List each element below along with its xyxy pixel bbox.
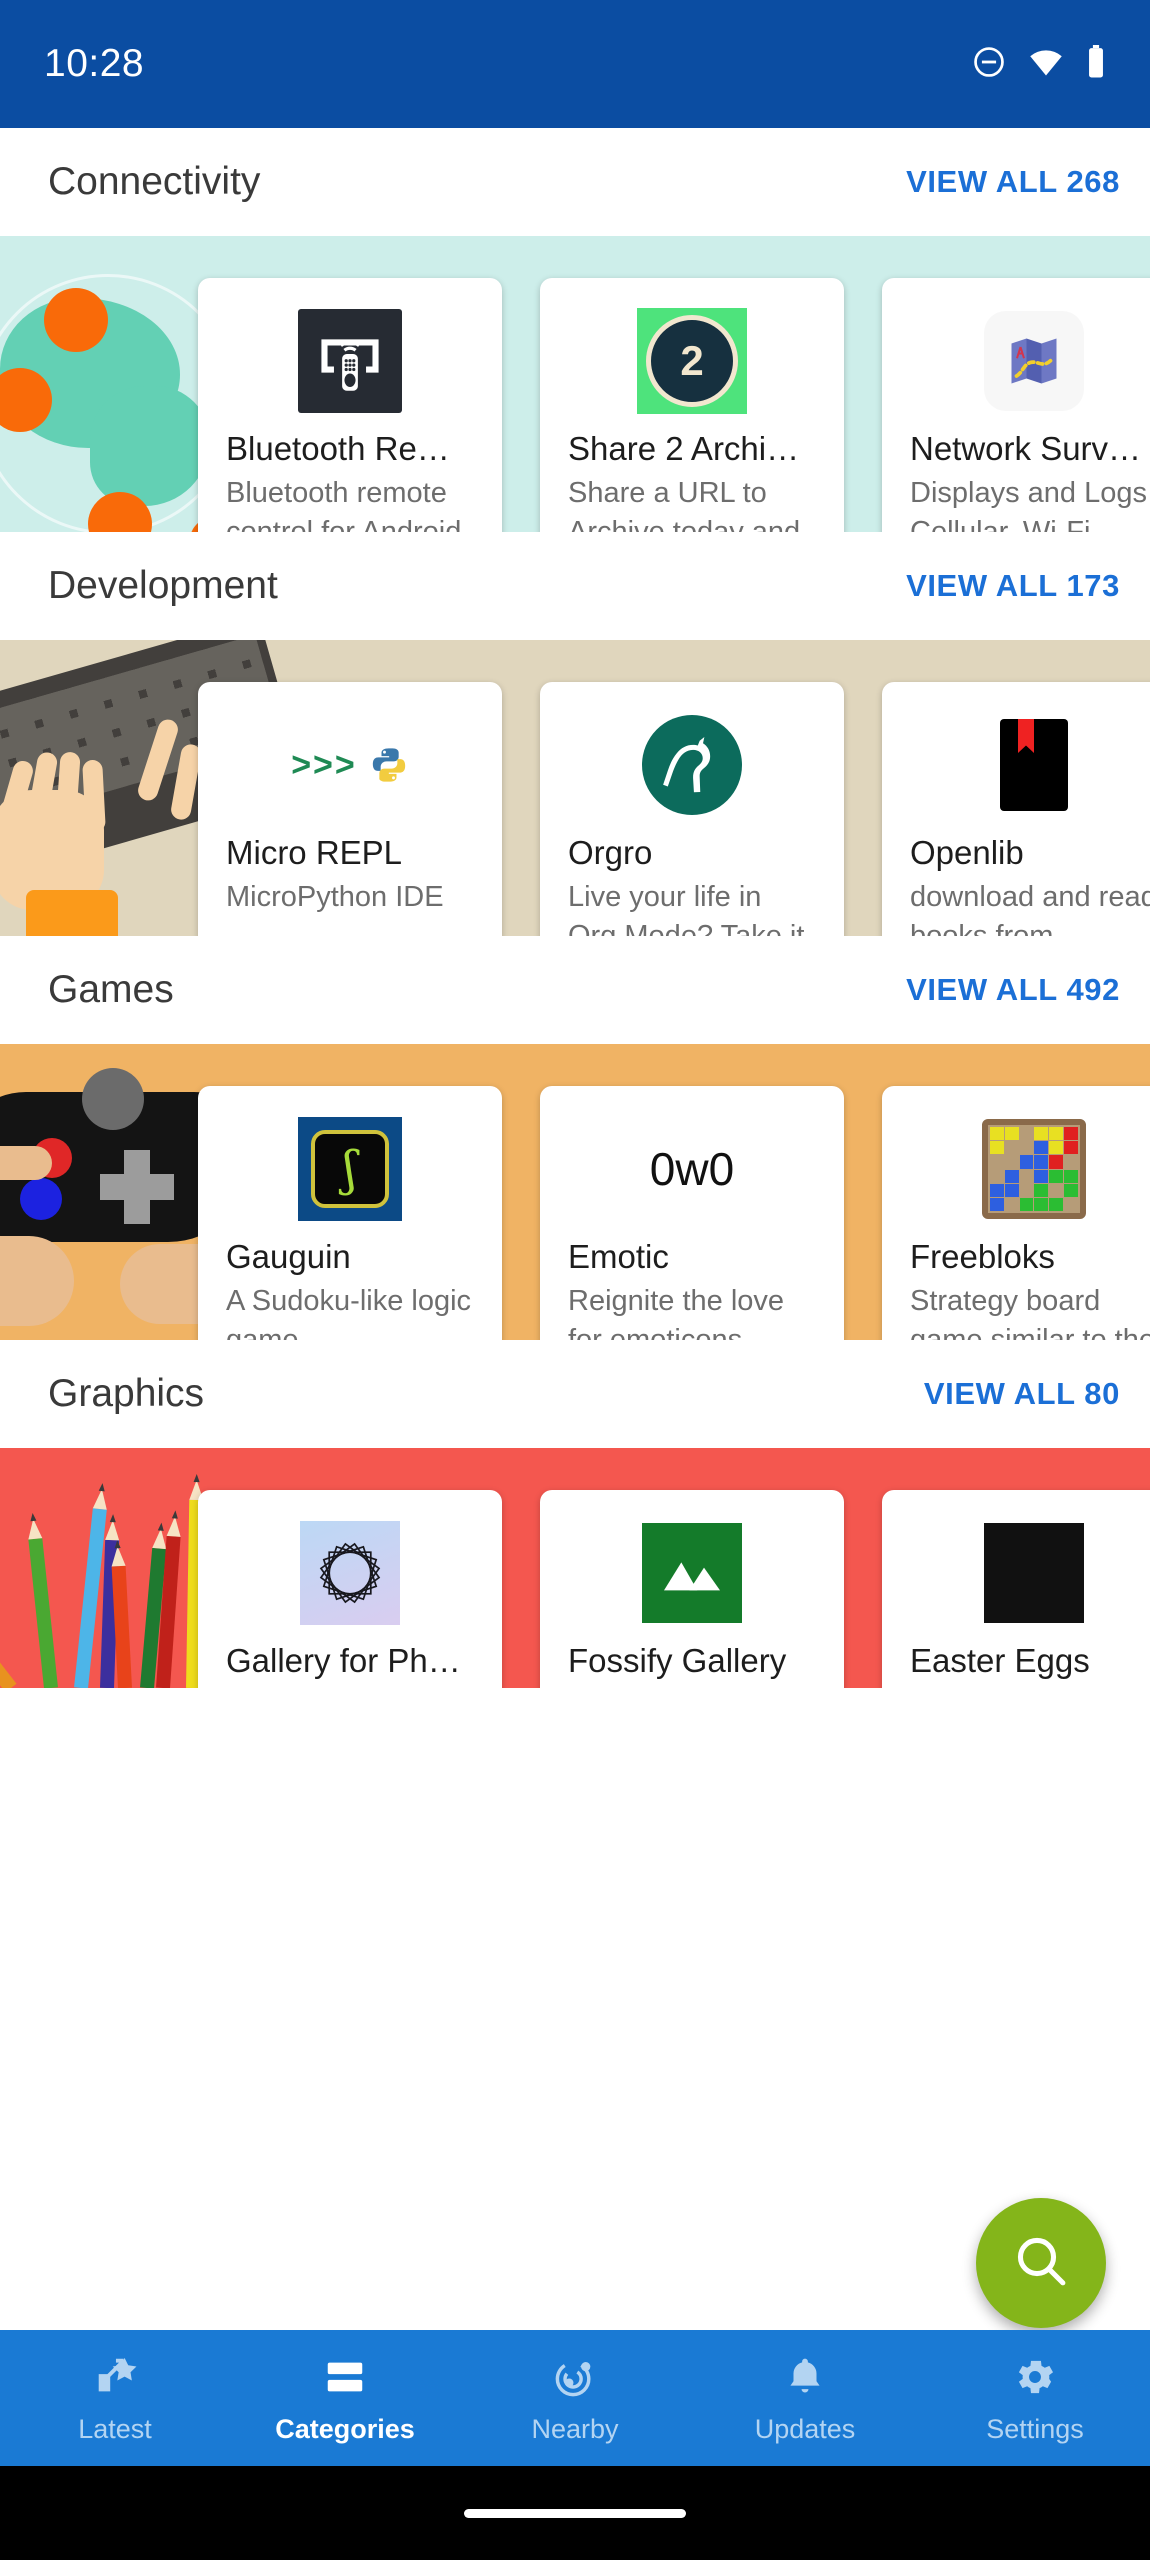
app-name: Emotic [568, 1238, 669, 1275]
section-title: Graphics [48, 1372, 205, 1415]
micropython-prompt-icon: >>> [226, 708, 474, 822]
app-name: Network Surv… [910, 430, 1142, 467]
view-all-link-development[interactable]: VIEW ALL 173 [906, 568, 1120, 604]
app-description: Live your life in Org Mode? Take it with… [568, 881, 805, 936]
nearby-share-icon [552, 2354, 598, 2407]
nav-item-settings[interactable]: Settings [920, 2330, 1150, 2466]
gear-icon [1012, 2354, 1058, 2407]
battery-icon [1086, 44, 1106, 84]
app-card[interactable]: Freebloks Strategy board game similar to… [882, 1086, 1150, 1340]
app-card-list: ʃ Gauguin A Sudoku-like logic game 0w0 E… [0, 1044, 1150, 1340]
nav-item-nearby[interactable]: Nearby [460, 2330, 690, 2466]
search-icon [1009, 2229, 1073, 2298]
do-not-disturb-icon [972, 45, 1006, 84]
bottom-navigation: Latest Categories Nearby Updates Setting… [0, 2330, 1150, 2466]
nav-item-label: Categories [275, 2413, 415, 2444]
section-title: Development [48, 564, 278, 607]
app-description: Displays and Logs Cellular, Wi-Fi, Bluet… [910, 477, 1147, 532]
status-bar-icons [972, 44, 1106, 84]
app-name: Bluetooth Re… [226, 430, 450, 467]
status-bar: 10:28 [0, 0, 1150, 128]
app-card[interactable]: Gallery for Ph… [198, 1490, 502, 1688]
app-name: Openlib [910, 834, 1024, 871]
app-description: download and read books from shadow libr… [910, 881, 1150, 936]
gauguin-icon: ʃ [226, 1112, 474, 1226]
carousel-development[interactable]: >>> Micro REPL MicroPython IDE Orgro Liv… [0, 640, 1150, 936]
share-2-archive-icon: 2 [568, 304, 816, 418]
app-card[interactable]: 0w0 Emotic Reignite the love for emotico… [540, 1086, 844, 1340]
app-card[interactable]: 2 Share 2 Archi… Share a URL to Archive.… [540, 278, 844, 532]
app-description: MicroPython IDE [226, 881, 444, 914]
new-releases-star-icon [92, 2354, 138, 2407]
app-card[interactable]: Easter Eggs [882, 1490, 1150, 1688]
app-name: Freebloks [910, 1238, 1055, 1275]
openlib-book-icon [910, 708, 1150, 822]
wifi-icon [1028, 47, 1064, 82]
app-name: Share 2 Archi… [568, 430, 800, 467]
bluetooth-remote-icon [226, 304, 474, 418]
app-description: Bluetooth remote control for Android TV. [226, 477, 462, 532]
search-fab[interactable] [976, 2198, 1106, 2328]
app-name: Fossify Gallery [568, 1642, 787, 1679]
freebloks-board-icon [910, 1112, 1150, 1226]
app-card-list: >>> Micro REPL MicroPython IDE Orgro Liv… [0, 640, 1150, 936]
app-card[interactable]: >>> Micro REPL MicroPython IDE [198, 682, 502, 936]
app-description: A Sudoku-like logic game [226, 1285, 472, 1340]
emotic-owo-icon: 0w0 [649, 1143, 735, 1195]
app-name: Orgro [568, 834, 653, 871]
app-name: Micro REPL [226, 834, 403, 871]
carousel-connectivity[interactable]: Bluetooth Re… Bluetooth remote control f… [0, 236, 1150, 532]
section-header-development: Development VIEW ALL 173 [0, 532, 1150, 640]
network-survey-map-icon [910, 304, 1150, 418]
app-name: Gallery for Ph… [226, 1642, 461, 1679]
nav-item-label: Updates [754, 2413, 856, 2444]
app-description: Strategy board game similar to the famou… [910, 1285, 1150, 1340]
app-card-list: Bluetooth Re… Bluetooth remote control f… [0, 236, 1150, 532]
app-name: Easter Eggs [910, 1642, 1090, 1679]
gallery-spirograph-icon [226, 1516, 474, 1630]
status-bar-clock: 10:28 [44, 42, 145, 85]
app-card[interactable]: ʃ Gauguin A Sudoku-like logic game [198, 1086, 502, 1340]
section-header-games: Games VIEW ALL 492 [0, 936, 1150, 1044]
nav-item-label: Nearby [531, 2413, 619, 2444]
view-all-link-games[interactable]: VIEW ALL 492 [906, 972, 1120, 1008]
categories-bars-icon [322, 2354, 368, 2407]
app-card[interactable]: Openlib download and read books from sha… [882, 682, 1150, 936]
view-all-link-graphics[interactable]: VIEW ALL 80 [924, 1376, 1120, 1412]
bell-icon [782, 2354, 828, 2407]
carousel-games[interactable]: ʃ Gauguin A Sudoku-like logic game 0w0 E… [0, 1044, 1150, 1340]
section-header-connectivity: Connectivity VIEW ALL 268 [0, 128, 1150, 236]
app-name: Gauguin [226, 1238, 351, 1275]
gesture-pill[interactable] [464, 2508, 686, 2518]
nav-item-categories[interactable]: Categories [230, 2330, 460, 2466]
nav-item-latest[interactable]: Latest [0, 2330, 230, 2466]
carousel-graphics[interactable]: Gallery for Ph… Fossify Gallery Easter E… [0, 1448, 1150, 1688]
app-description: Share a URL to Archive.today and Archive… [568, 477, 801, 532]
app-card[interactable]: Fossify Gallery [540, 1490, 844, 1688]
app-description: Reignite the love for emoticons [568, 1285, 785, 1340]
app-card[interactable]: Network Surv… Displays and Logs Cellular… [882, 278, 1150, 532]
section-title: Games [48, 968, 174, 1011]
section-title: Connectivity [48, 160, 261, 203]
view-all-link-connectivity[interactable]: VIEW ALL 268 [906, 164, 1120, 200]
section-header-graphics: Graphics VIEW ALL 80 [0, 1340, 1150, 1448]
gesture-navigation-bar[interactable] [0, 2466, 1150, 2560]
easter-eggs-icon [910, 1516, 1150, 1630]
nav-item-label: Latest [78, 2413, 152, 2444]
app-card[interactable]: Orgro Live your life in Org Mode? Take i… [540, 682, 844, 936]
app-card-list: Gallery for Ph… Fossify Gallery Easter E… [0, 1448, 1150, 1688]
fossify-gallery-icon [568, 1516, 816, 1630]
orgro-unicorn-icon [568, 708, 816, 822]
nav-item-label: Settings [986, 2413, 1084, 2444]
app-card[interactable]: Bluetooth Re… Bluetooth remote control f… [198, 278, 502, 532]
nav-item-updates[interactable]: Updates [690, 2330, 920, 2466]
